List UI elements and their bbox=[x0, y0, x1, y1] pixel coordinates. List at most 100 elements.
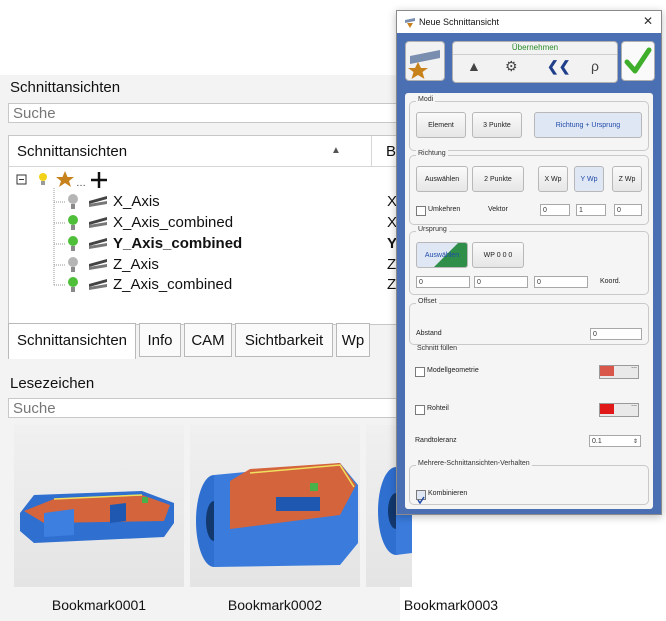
tab-schnittansichten[interactable]: Schnittansichten bbox=[8, 323, 136, 359]
more-icon: ... bbox=[631, 401, 637, 408]
tab-sichtbarkeit[interactable]: Sichtbarkeit bbox=[235, 323, 333, 357]
origin-x-field[interactable]: 0 bbox=[416, 276, 470, 288]
confirm-button[interactable] bbox=[621, 41, 655, 81]
visibility-bulb-icon[interactable] bbox=[67, 193, 79, 211]
reverse-checkbox[interactable] bbox=[416, 206, 426, 216]
richtung-group: Richtung Auswählen 2 Punkte X Wp Y Wp Z … bbox=[409, 150, 649, 225]
spin-arrows-icon[interactable]: ⇕ bbox=[633, 436, 638, 448]
combine-label: Kombinieren bbox=[428, 490, 468, 497]
bookmark-label: Bookmark0002 bbox=[227, 597, 323, 613]
multiple-views-group: Mehrere-Schnittansichten-Verhalten Kombi… bbox=[409, 460, 649, 505]
tree-item[interactable]: Y_Axis_combined Y bbox=[9, 234, 401, 254]
mode-element-button[interactable]: Element bbox=[416, 112, 466, 138]
tolerance-label: Randtoleranz bbox=[415, 437, 457, 444]
warning-icon[interactable]: ▲ bbox=[467, 58, 481, 74]
direction-select-button[interactable]: Auswählen bbox=[416, 166, 468, 192]
fill-section-group: Schnitt füllen Modellgeometrie ... Rohte… bbox=[409, 345, 649, 447]
bookmark-label: Bookmark0001 bbox=[51, 597, 147, 613]
dialog-content: Modi Element 3 Punkte Richtung + Ursprun… bbox=[405, 93, 653, 509]
section-views-panel: Schnittansichten Suche Schnittansichten … bbox=[0, 75, 498, 621]
coords-label: Koord. bbox=[600, 278, 621, 285]
new-section-view-dialog: Neue Schnittansicht ✕ Übernehmen ▲ ⚙ ❮❮ … bbox=[396, 10, 662, 515]
vector-y-field[interactable]: 1 bbox=[576, 204, 606, 216]
tree-item-label: Z_Axis_combined bbox=[113, 276, 233, 293]
more-icon: ... bbox=[631, 363, 637, 370]
column-separator[interactable] bbox=[371, 136, 372, 166]
checkmark-icon bbox=[624, 47, 652, 74]
check-icon bbox=[417, 496, 425, 505]
distance-field[interactable]: 0 bbox=[590, 328, 642, 340]
vector-x-field[interactable]: 0 bbox=[540, 204, 570, 216]
bookmark-thumbnail[interactable] bbox=[190, 425, 360, 587]
fill-section-group-title: Schnitt füllen bbox=[415, 345, 460, 352]
direction-x-wp-button[interactable]: X Wp bbox=[538, 166, 568, 192]
offset-group-title: Offset bbox=[416, 298, 439, 305]
visibility-bulb-icon[interactable] bbox=[67, 235, 79, 253]
vector-z-field[interactable]: 0 bbox=[614, 204, 642, 216]
origin-y-field[interactable]: 0 bbox=[474, 276, 528, 288]
section-plane-icon bbox=[89, 279, 107, 290]
tree-item[interactable]: X_Axis_combined X bbox=[9, 213, 401, 233]
section-plane-star-icon bbox=[408, 50, 440, 79]
section-plane-icon bbox=[89, 259, 107, 270]
rohteil-color-swatch bbox=[600, 404, 614, 414]
direction-y-wp-button[interactable]: Y Wp bbox=[574, 166, 604, 192]
dialog-titlebar[interactable]: Neue Schnittansicht ✕ bbox=[397, 11, 661, 33]
tree-item-col2: Z bbox=[387, 256, 397, 273]
model-geometry-color-swatch bbox=[600, 366, 614, 376]
bookmark-thumbnail-image bbox=[20, 491, 174, 543]
gear-icon[interactable]: ⚙ bbox=[505, 58, 518, 75]
help-icon[interactable]: ρ bbox=[591, 58, 599, 74]
bookmarks-title: Lesezeichen bbox=[10, 375, 95, 392]
visibility-bulb-icon[interactable] bbox=[67, 276, 79, 294]
section-plane-icon bbox=[89, 196, 107, 207]
section-plane-icon bbox=[89, 238, 107, 249]
dialog-title: Neue Schnittansicht bbox=[419, 17, 500, 27]
reverse-label: Umkehren bbox=[428, 206, 461, 213]
tree-item-label: X_Axis bbox=[113, 193, 160, 210]
section-views-tree: Schnittansichten ▲ B … X_Axis X X_Axis_com… bbox=[8, 135, 400, 325]
collapse-left-icon[interactable]: ❮❮ bbox=[547, 58, 570, 75]
direction-z-wp-button[interactable]: Z Wp bbox=[612, 166, 642, 192]
multiple-views-group-title: Mehrere-Schnittansichten-Verhalten bbox=[416, 460, 532, 467]
tree-item-col2: Z bbox=[387, 276, 397, 293]
origin-wp-000-button[interactable]: WP 0 0 0 bbox=[472, 242, 524, 268]
origin-z-field[interactable]: 0 bbox=[534, 276, 588, 288]
combine-checkbox[interactable] bbox=[416, 490, 426, 505]
tree-header-col2[interactable]: B bbox=[386, 143, 396, 160]
model-geometry-color-picker[interactable]: ... bbox=[599, 363, 639, 379]
bookmark-thumbnail[interactable] bbox=[14, 425, 184, 587]
close-icon[interactable]: ✕ bbox=[643, 14, 653, 28]
rohteil-label: Rohteil bbox=[427, 405, 449, 412]
tree-item[interactable]: Z_Axis Z bbox=[9, 255, 401, 275]
direction-2-points-button[interactable]: 2 Punkte bbox=[472, 166, 524, 192]
visibility-bulb-icon[interactable] bbox=[67, 256, 79, 274]
section-view-app-icon bbox=[405, 18, 415, 28]
mode-3-points-button[interactable]: 3 Punkte bbox=[472, 112, 522, 138]
origin-select-button[interactable]: Auswählen bbox=[416, 242, 468, 268]
vector-label: Vektor bbox=[488, 206, 508, 213]
tree-item[interactable]: X_Axis X bbox=[9, 192, 401, 212]
tree-item[interactable]: Z_Axis_combined Z bbox=[9, 275, 401, 295]
tab-info[interactable]: Info bbox=[139, 323, 181, 357]
tab-cam[interactable]: CAM bbox=[184, 323, 232, 357]
bookmarks-search-input[interactable]: Suche bbox=[8, 398, 400, 418]
section-views-search-input[interactable]: Suche bbox=[8, 103, 400, 123]
rohteil-color-picker[interactable]: ... bbox=[599, 401, 639, 417]
modi-group-title: Modi bbox=[416, 96, 436, 103]
tab-wp[interactable]: Wp bbox=[336, 323, 370, 357]
model-geometry-checkbox[interactable] bbox=[415, 367, 425, 377]
apply-button[interactable]: Übernehmen bbox=[453, 42, 617, 55]
bookmark-label: Bookmark0003 bbox=[403, 597, 499, 613]
section-views-title: Schnittansichten bbox=[10, 79, 121, 96]
model-geometry-label: Modellgeometrie bbox=[427, 367, 479, 374]
visibility-bulb-icon[interactable] bbox=[67, 214, 79, 232]
mode-direction-origin-button[interactable]: Richtung + Ursprung bbox=[534, 112, 642, 138]
tolerance-spinbox[interactable]: 0.1 ⇕ bbox=[589, 435, 641, 447]
section-view-star-button[interactable] bbox=[405, 41, 445, 81]
rohteil-checkbox[interactable] bbox=[415, 405, 425, 415]
distance-label: Abstand bbox=[416, 330, 442, 337]
tree-item-label: Y_Axis_combined bbox=[113, 235, 243, 252]
ursprung-group-title: Ursprung bbox=[416, 226, 449, 233]
sort-ascending-icon[interactable]: ▲ bbox=[331, 145, 341, 156]
